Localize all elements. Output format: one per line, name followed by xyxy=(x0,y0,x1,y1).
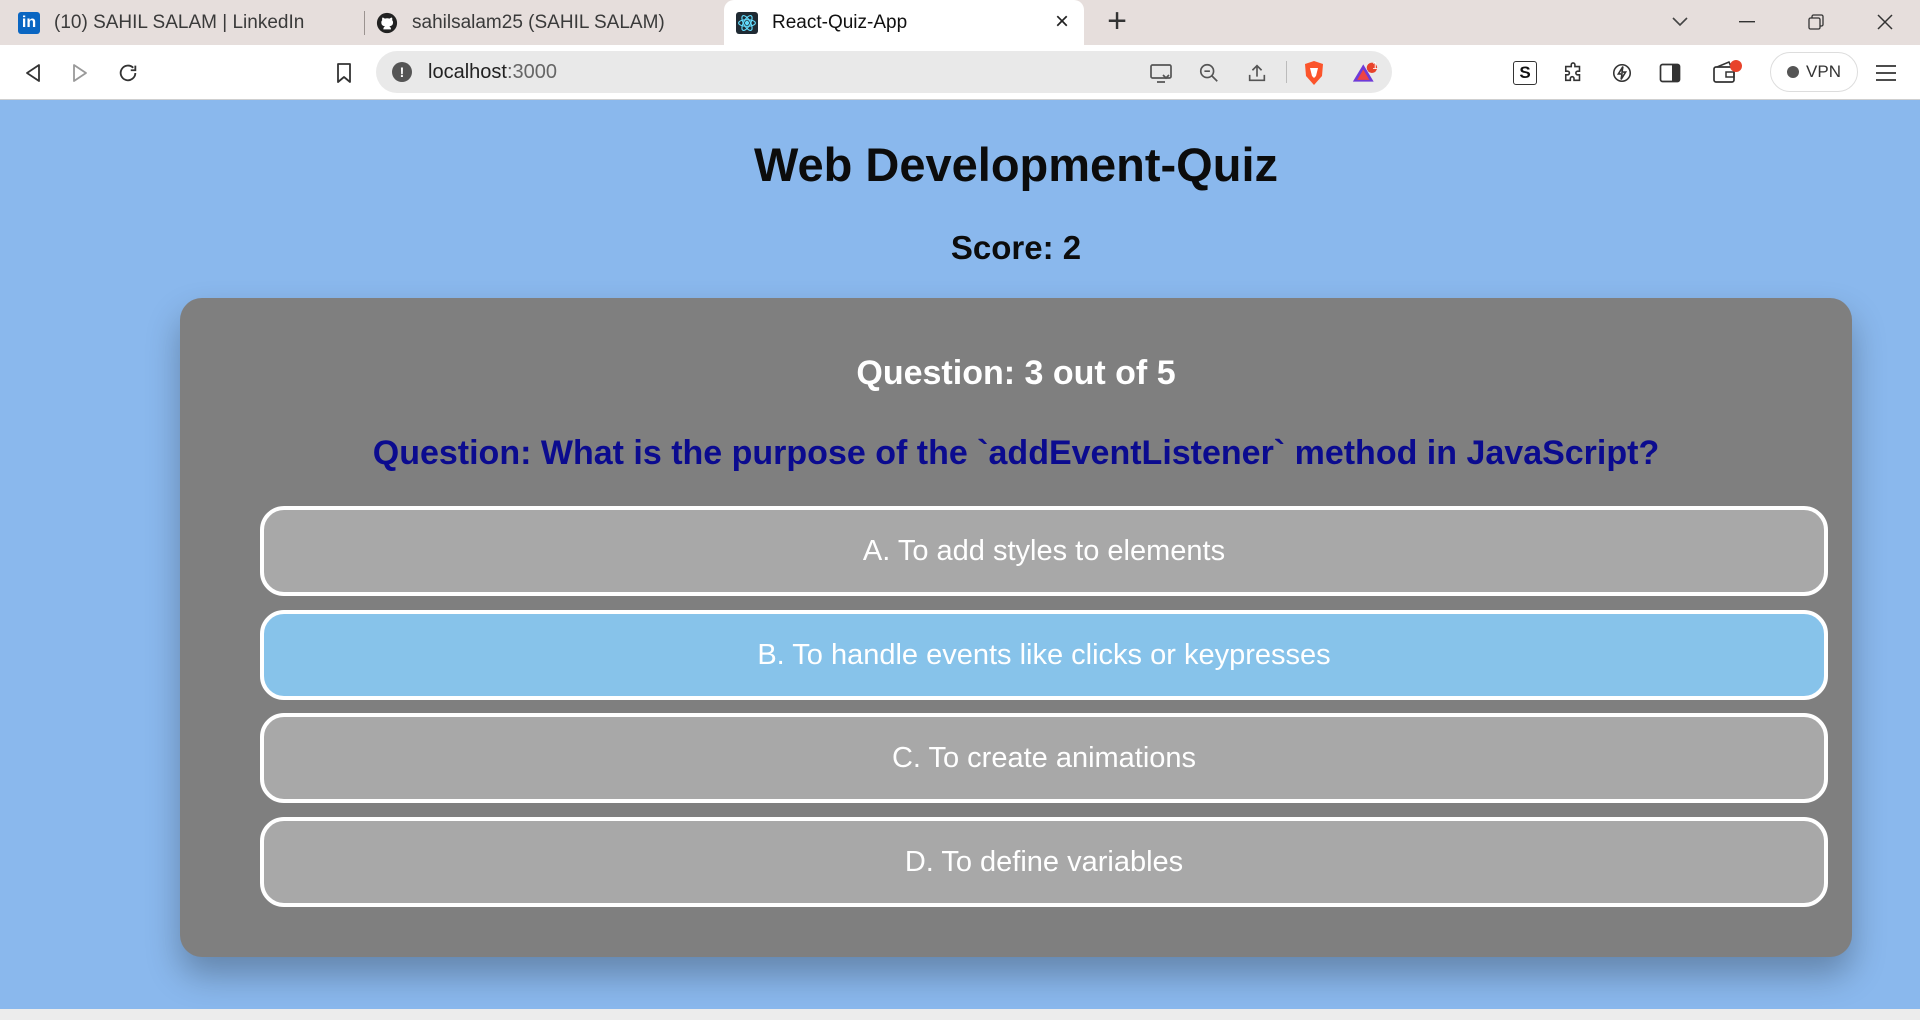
url-text: localhost:3000 xyxy=(428,61,557,83)
tab-github[interactable]: sahilsalam25 (SAHIL SALAM) xyxy=(376,0,721,45)
menu-icon[interactable] xyxy=(1870,57,1902,89)
tab-separator xyxy=(364,11,365,35)
notification-badge: 1 xyxy=(1372,61,1378,72)
linkedin-icon: in xyxy=(18,11,40,34)
brave-shields-icon[interactable] xyxy=(1301,60,1327,86)
tab-strip: in (10) SAHIL SALAM | LinkedIn sahilsala… xyxy=(0,0,1920,45)
option-d-button[interactable]: D. To define variables xyxy=(260,817,1828,907)
github-icon xyxy=(376,12,398,34)
brave-rewards-icon[interactable]: 1 xyxy=(1352,60,1378,86)
minimize-button[interactable] xyxy=(1725,5,1769,39)
close-window-button[interactable] xyxy=(1863,5,1907,39)
quiz-page: Web Development-Quiz Score: 2 Question: … xyxy=(0,101,1920,1009)
page-title: Web Development-Quiz xyxy=(753,138,1279,191)
question-text: Question: What is the purpose of the `ad… xyxy=(372,434,1660,472)
wallet-icon[interactable] xyxy=(1711,57,1743,89)
zoom-out-icon[interactable] xyxy=(1196,60,1222,86)
chevron-down-icon[interactable] xyxy=(1658,5,1702,39)
address-bar[interactable]: ! localhost:3000 1 xyxy=(376,51,1392,93)
site-info-icon[interactable]: ! xyxy=(392,62,412,82)
restore-button[interactable] xyxy=(1794,5,1838,39)
share-icon[interactable] xyxy=(1244,60,1270,86)
vpn-button[interactable]: VPN xyxy=(1770,52,1858,92)
option-c-button[interactable]: C. To create animations xyxy=(260,713,1828,803)
sidebar-toggle-icon[interactable] xyxy=(1654,57,1686,89)
leo-icon[interactable] xyxy=(1606,57,1638,89)
question-card: Question: 3 out of 5 Question: What is t… xyxy=(180,298,1852,957)
sidebar-s-icon[interactable]: S xyxy=(1509,57,1541,89)
question-progress: Question: 3 out of 5 xyxy=(856,354,1176,392)
tab-label: (10) SAHIL SALAM | LinkedIn xyxy=(54,11,305,33)
extensions-icon[interactable] xyxy=(1558,57,1590,89)
divider xyxy=(1286,61,1287,83)
option-b-button[interactable]: B. To handle events like clicks or keypr… xyxy=(260,610,1828,700)
bookmark-icon[interactable] xyxy=(328,57,360,89)
reload-icon[interactable] xyxy=(112,57,144,89)
cast-icon[interactable] xyxy=(1148,60,1174,86)
tab-label: React-Quiz-App xyxy=(772,11,908,33)
back-button[interactable] xyxy=(17,57,49,89)
option-a-button[interactable]: A. To add styles to elements xyxy=(260,506,1828,596)
score-display: Score: 2 xyxy=(950,229,1082,266)
close-icon[interactable]: × xyxy=(1050,8,1074,35)
tab-linkedin[interactable]: in (10) SAHIL SALAM | LinkedIn xyxy=(18,0,363,45)
react-icon xyxy=(736,11,758,34)
forward-button[interactable] xyxy=(64,57,96,89)
tab-label: sahilsalam25 (SAHIL SALAM) xyxy=(412,11,665,33)
vpn-status-icon xyxy=(1787,66,1800,78)
bottom-edge xyxy=(0,1009,1920,1020)
vpn-label: VPN xyxy=(1806,62,1841,81)
tab-react-quiz-app[interactable]: React-Quiz-App × xyxy=(724,0,1084,45)
new-tab-button[interactable]: + xyxy=(1102,4,1132,38)
browser-toolbar: ! localhost:3000 1 S VPN xyxy=(0,45,1920,100)
